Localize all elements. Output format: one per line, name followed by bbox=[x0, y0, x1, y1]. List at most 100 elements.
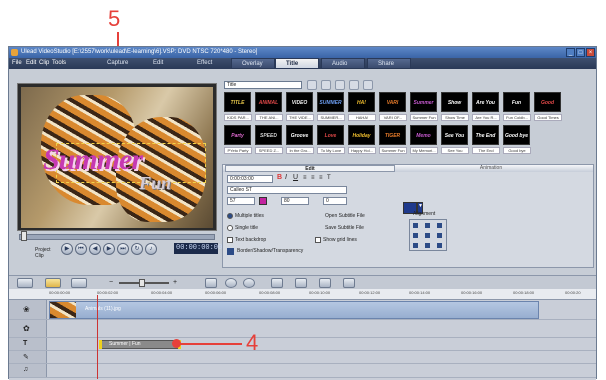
text-backdrop-checkbox[interactable] bbox=[227, 237, 233, 243]
title-thumbnail[interactable]: Groove bbox=[286, 125, 313, 145]
title-thumbnail[interactable]: Show bbox=[441, 92, 468, 112]
border-shadow-icon[interactable] bbox=[227, 248, 234, 255]
alignment-grid[interactable] bbox=[409, 219, 447, 251]
preview-subtitle-text[interactable]: Fun bbox=[139, 173, 171, 194]
tab-edit-options[interactable]: Edit bbox=[225, 165, 395, 172]
record-capture-button[interactable] bbox=[271, 278, 283, 288]
preview-timecode[interactable]: 00:00:00:00 bbox=[174, 243, 222, 254]
next-frame-button[interactable]: ▶ bbox=[103, 243, 115, 255]
preview-scrub-bar[interactable] bbox=[19, 234, 215, 240]
redo-button[interactable] bbox=[243, 278, 255, 288]
title-thumbnail[interactable]: ANIMAL bbox=[255, 92, 282, 112]
title-clip-start-handle[interactable] bbox=[99, 340, 102, 349]
volume-button[interactable]: ♪ bbox=[145, 243, 157, 255]
align-top-icon[interactable] bbox=[425, 223, 430, 228]
maximize-icon[interactable]: □ bbox=[576, 48, 585, 57]
menu-tools[interactable]: Tools bbox=[52, 60, 66, 66]
title-thumbnail[interactable]: TIGER bbox=[379, 125, 406, 145]
align-bottom-icon[interactable] bbox=[425, 243, 430, 248]
zoom-out-icon[interactable]: − bbox=[109, 279, 113, 286]
title-thumbnail[interactable]: Summer bbox=[410, 92, 437, 112]
title-thumbnail[interactable]: Love bbox=[317, 125, 344, 145]
audio-mix-button[interactable] bbox=[319, 278, 331, 288]
line-spacing-field[interactable]: 80 bbox=[281, 197, 309, 205]
playhead[interactable] bbox=[97, 295, 98, 379]
library-category-dropdown[interactable]: Title bbox=[224, 81, 302, 89]
open-subtitle-button[interactable]: Open Subtitle File bbox=[325, 213, 365, 219]
title-thumbnail[interactable]: The End bbox=[472, 125, 499, 145]
save-subtitle-button[interactable]: Save Subtitle File bbox=[325, 225, 364, 231]
title-thumbnail[interactable]: Good bbox=[534, 92, 561, 112]
font-size-field[interactable]: 57 bbox=[227, 197, 255, 205]
menu-clip[interactable]: Clip bbox=[39, 60, 49, 66]
zoom-slider-handle[interactable] bbox=[139, 279, 145, 287]
auto-music-button[interactable] bbox=[343, 278, 355, 288]
tab-capture[interactable]: Capture bbox=[97, 58, 141, 69]
title-thumbnail[interactable]: Good bye bbox=[503, 125, 530, 145]
bold-icon[interactable]: B bbox=[277, 174, 282, 181]
tab-animation[interactable]: Animation bbox=[401, 165, 581, 172]
align-right-mid-icon[interactable] bbox=[437, 233, 442, 238]
title-thumbnail[interactable]: HA! bbox=[348, 92, 375, 112]
font-dropdown[interactable]: Calleo ST bbox=[227, 186, 347, 194]
insert-media-button[interactable] bbox=[205, 278, 217, 288]
scrub-handle[interactable] bbox=[21, 231, 27, 241]
add-icon[interactable] bbox=[321, 80, 331, 90]
audio-view-button[interactable] bbox=[71, 278, 87, 288]
options-icon[interactable] bbox=[349, 80, 359, 90]
expand-icon[interactable] bbox=[363, 80, 373, 90]
close-icon[interactable]: × bbox=[586, 48, 595, 57]
tab-overlay[interactable]: Overlay bbox=[231, 58, 275, 69]
title-thumbnail[interactable]: Fun bbox=[503, 92, 530, 112]
storyboard-view-button[interactable] bbox=[17, 278, 33, 288]
align-left-icon[interactable]: ≡ bbox=[303, 175, 307, 181]
font-color-swatch[interactable] bbox=[259, 197, 267, 205]
undo-button[interactable] bbox=[225, 278, 237, 288]
italic-icon[interactable]: I bbox=[285, 174, 287, 181]
prev-frame-button[interactable]: ◀ bbox=[89, 243, 101, 255]
play-button[interactable]: ▶ bbox=[61, 243, 73, 255]
title-thumbnail[interactable]: Memo bbox=[410, 125, 437, 145]
title-thumbnail[interactable]: VARI bbox=[379, 92, 406, 112]
title-thumbnail[interactable]: TITLE bbox=[224, 92, 251, 112]
single-title-radio[interactable] bbox=[227, 225, 233, 231]
preview-title-text[interactable]: Summer bbox=[43, 143, 143, 177]
title-thumbnail[interactable]: Are You bbox=[472, 92, 499, 112]
align-center-icon[interactable]: ≡ bbox=[311, 175, 315, 181]
border-shadow-button[interactable]: Border/Shadow/Transparency bbox=[237, 248, 303, 254]
tab-title[interactable]: Title bbox=[275, 58, 319, 69]
zoom-in-icon[interactable]: + bbox=[173, 279, 177, 286]
view-icon[interactable] bbox=[335, 80, 345, 90]
align-left-mid-icon[interactable] bbox=[413, 233, 418, 238]
home-button[interactable]: ⏮ bbox=[75, 243, 87, 255]
align-bottom-left-icon[interactable] bbox=[413, 243, 418, 248]
tab-audio[interactable]: Audio bbox=[321, 58, 365, 69]
preview-window[interactable]: Summer Fun bbox=[17, 83, 217, 231]
timeline-view-button[interactable] bbox=[45, 278, 61, 288]
minimize-icon[interactable]: _ bbox=[566, 48, 575, 57]
title-thumbnail[interactable]: See You bbox=[441, 125, 468, 145]
title-thumbnail[interactable]: VIDEO bbox=[286, 92, 313, 112]
end-button[interactable]: ⏭ bbox=[117, 243, 129, 255]
vertical-text-icon[interactable]: T bbox=[327, 175, 331, 181]
multiple-titles-radio[interactable] bbox=[227, 213, 233, 219]
title-thumbnail[interactable]: Party bbox=[224, 125, 251, 145]
align-right-icon[interactable]: ≡ bbox=[319, 175, 323, 181]
show-grid-checkbox[interactable] bbox=[315, 237, 321, 243]
title-thumbnail[interactable]: Holiday bbox=[348, 125, 375, 145]
align-top-left-icon[interactable] bbox=[413, 223, 418, 228]
underline-icon[interactable]: U bbox=[293, 174, 298, 181]
duration-field[interactable]: 0:00:03:00 bbox=[227, 175, 273, 183]
menu-file[interactable]: File bbox=[12, 60, 22, 66]
align-bottom-right-icon[interactable] bbox=[437, 243, 442, 248]
tab-share[interactable]: Share bbox=[367, 58, 411, 69]
align-center-mid-icon[interactable] bbox=[425, 233, 430, 238]
project-clip-label[interactable]: Project Clip bbox=[35, 247, 51, 259]
align-top-right-icon[interactable] bbox=[437, 223, 442, 228]
menu-edit[interactable]: Edit bbox=[26, 60, 36, 66]
tab-effect[interactable]: Effect bbox=[187, 58, 229, 69]
title-thumbnail[interactable]: SPEED bbox=[255, 125, 282, 145]
smart-proxy-button[interactable] bbox=[295, 278, 307, 288]
folder-icon[interactable] bbox=[307, 80, 317, 90]
tab-edit[interactable]: Edit bbox=[143, 58, 185, 69]
